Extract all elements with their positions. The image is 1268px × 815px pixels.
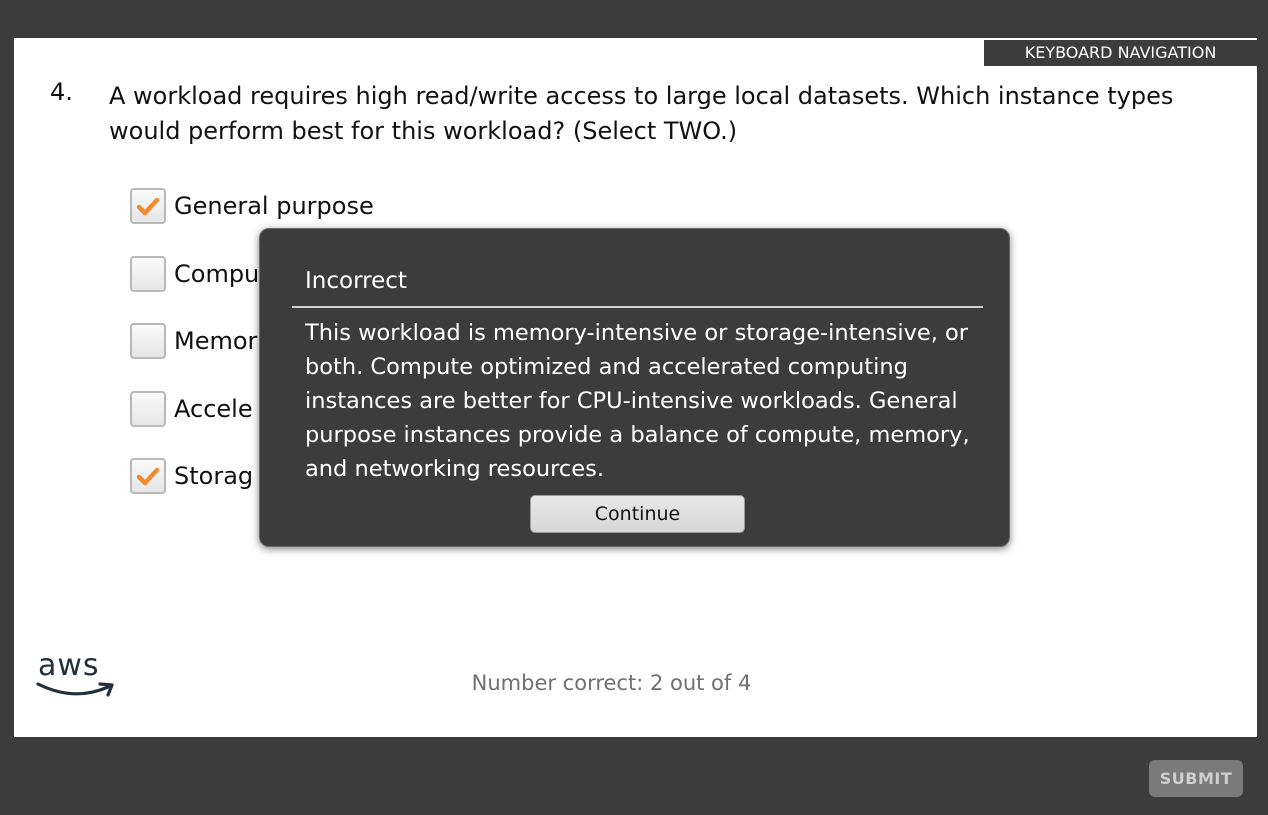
checkbox[interactable] xyxy=(130,323,166,359)
option-label: Compu xyxy=(174,260,260,288)
feedback-body: This workload is memory-intensive or sto… xyxy=(305,320,970,482)
question-number: 4. xyxy=(50,78,73,106)
checkbox[interactable] xyxy=(130,391,166,427)
submit-button[interactable]: SUBMIT xyxy=(1149,760,1243,797)
option-memory[interactable]: Memor xyxy=(130,323,257,359)
checkbox[interactable] xyxy=(130,188,166,224)
feedback-divider xyxy=(292,306,983,308)
checkbox[interactable] xyxy=(130,458,166,494)
score-text: Number correct: 2 out of 4 xyxy=(471,671,752,695)
option-storage[interactable]: Storag xyxy=(130,458,253,494)
checkbox[interactable] xyxy=(130,256,166,292)
checkmark-icon xyxy=(136,467,160,486)
feedback-title: Incorrect xyxy=(305,268,407,294)
option-general-purpose[interactable]: General purpose xyxy=(130,188,374,224)
question-text: A workload requires high read/write acce… xyxy=(109,82,1174,145)
option-label: Accele xyxy=(174,395,253,423)
checkmark-icon xyxy=(136,197,160,216)
feedback-dialog: Incorrect This workload is memory-intens… xyxy=(259,228,1010,547)
option-accelerated[interactable]: Accele xyxy=(130,391,253,427)
continue-button[interactable]: Continue xyxy=(530,495,745,533)
option-label: Storag xyxy=(174,462,254,490)
option-label: General purpose xyxy=(174,192,374,220)
keyboard-navigation-button[interactable]: KEYBOARD NAVIGATION xyxy=(984,40,1257,66)
option-label: Memor xyxy=(174,327,258,355)
option-compute[interactable]: Compu xyxy=(130,256,259,292)
